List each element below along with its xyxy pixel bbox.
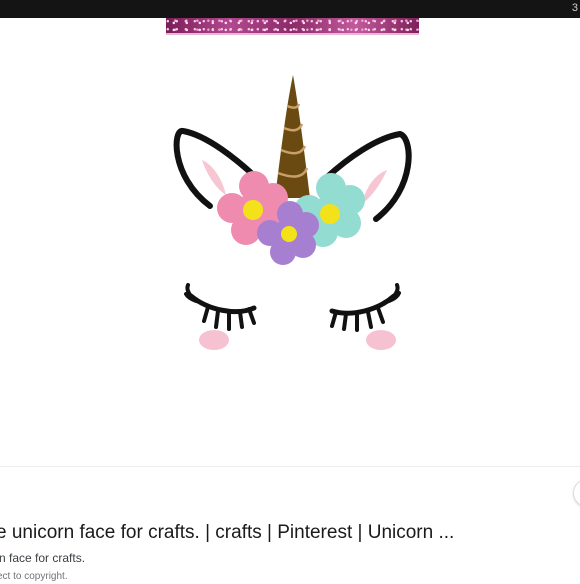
results-divider (0, 466, 580, 467)
copyright-notice: ect to copyright. (0, 571, 68, 582)
status-glyph: 3 (571, 2, 578, 14)
result-title-link[interactable]: e unicorn face for crafts. | crafts | Pi… (0, 520, 580, 546)
scroll-right-button[interactable] (573, 479, 580, 507)
left-closed-eye (184, 283, 257, 331)
image-preview[interactable] (166, 18, 419, 463)
result-caption: n face for crafts. (0, 551, 86, 565)
horn (275, 75, 310, 198)
unicorn-face-image (173, 75, 412, 350)
right-closed-eye (329, 283, 401, 332)
left-cheek (199, 330, 229, 350)
top-bar: 3 (0, 0, 580, 18)
right-cheek (366, 330, 396, 350)
